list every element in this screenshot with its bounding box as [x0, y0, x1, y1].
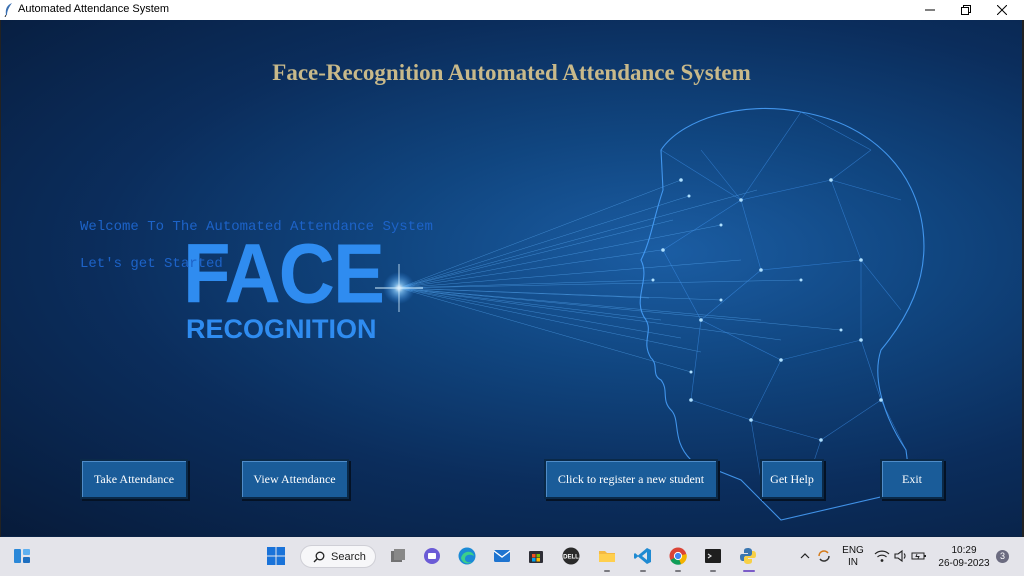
clock[interactable]: 10:29 26-09-2023: [934, 544, 994, 570]
clock-date: 26-09-2023: [938, 558, 990, 569]
title-bar: Automated Attendance System: [0, 0, 1024, 20]
edge-button[interactable]: [455, 544, 479, 568]
terminal-icon: [705, 549, 721, 563]
volume-icon: [894, 549, 906, 563]
volume-button[interactable]: [893, 544, 909, 568]
language-code: ENG: [842, 545, 864, 556]
python-icon: [740, 548, 756, 564]
teams-chat-icon: [424, 548, 440, 564]
sync-tray-button[interactable]: [815, 544, 833, 568]
taskbar-search[interactable]: Search: [300, 545, 376, 568]
task-view-button[interactable]: [386, 544, 410, 568]
get-started-text: Let's get Started: [80, 256, 223, 272]
search-label: Search: [331, 551, 366, 563]
clock-time: 10:29: [951, 545, 977, 556]
chrome-running-indicator: [675, 570, 681, 572]
svg-text:DELL: DELL: [563, 555, 579, 561]
dell-button[interactable]: DELL: [559, 544, 583, 568]
start-button[interactable]: [264, 544, 288, 568]
teams-chat-button[interactable]: [420, 544, 444, 568]
file-explorer-icon: [599, 551, 615, 562]
widgets-icon: [14, 549, 30, 563]
store-icon: [529, 551, 543, 563]
mail-button[interactable]: [490, 544, 514, 568]
minimize-icon: [925, 9, 935, 11]
register-student-button[interactable]: Click to register a new student: [544, 459, 718, 499]
search-icon: [313, 551, 325, 563]
face-recognition-logo: FACE RECOGNITION: [183, 225, 385, 350]
exit-button[interactable]: Exit: [880, 459, 944, 499]
take-attendance-button[interactable]: Take Attendance: [80, 459, 188, 499]
notification-count: 3: [999, 551, 1005, 561]
start-icon: [267, 547, 285, 565]
battery-icon: [911, 552, 926, 560]
window-title: Automated Attendance System: [18, 3, 170, 15]
dell-icon: DELL: [562, 547, 580, 565]
view-attendance-button[interactable]: View Attendance: [240, 459, 349, 499]
chrome-icon: [669, 547, 687, 565]
notification-badge[interactable]: 3: [996, 550, 1009, 563]
logo-face-text: FACE: [183, 225, 385, 321]
close-icon: [997, 5, 1007, 15]
file-explorer-button[interactable]: [595, 544, 619, 568]
close-button[interactable]: [984, 0, 1020, 20]
file-explorer-running-indicator: [604, 570, 610, 572]
widgets-button[interactable]: [10, 544, 34, 568]
language-indicator[interactable]: ENG IN: [840, 545, 866, 569]
chevron-up-icon: [800, 553, 810, 559]
main-canvas: Face-Recognition Automated Attendance Sy…: [1, 20, 1022, 536]
vscode-icon: [634, 548, 651, 564]
welcome-text: Welcome To The Automated Attendance Syst…: [80, 219, 433, 235]
chrome-button[interactable]: [666, 544, 690, 568]
minimize-button[interactable]: [912, 0, 948, 20]
terminal-running-indicator: [710, 570, 716, 572]
python-active-indicator: [743, 570, 755, 572]
edge-icon: [458, 547, 476, 565]
page-title: Face-Recognition Automated Attendance Sy…: [272, 60, 751, 85]
sync-icon: [818, 550, 830, 562]
feather-app-icon: [4, 3, 12, 17]
battery-button[interactable]: [911, 544, 927, 568]
taskbar: Search DELL ENG IN 10:29 26-09-2023 3: [0, 537, 1024, 576]
restore-button[interactable]: [948, 0, 984, 20]
wifi-button[interactable]: [874, 544, 890, 568]
wifi-icon: [874, 550, 890, 562]
store-button[interactable]: [524, 544, 548, 568]
mail-icon: [493, 550, 511, 562]
show-hidden-icons-button[interactable]: [798, 544, 812, 568]
vscode-button[interactable]: [631, 544, 655, 568]
region-code: IN: [848, 557, 858, 568]
restore-icon: [961, 5, 971, 15]
logo-recognition-text: RECOGNITION: [186, 314, 377, 344]
task-view-icon: [391, 549, 405, 562]
terminal-button[interactable]: [701, 544, 725, 568]
python-button[interactable]: [736, 544, 760, 568]
get-help-button[interactable]: Get Help: [760, 459, 824, 499]
vscode-running-indicator: [640, 570, 646, 572]
